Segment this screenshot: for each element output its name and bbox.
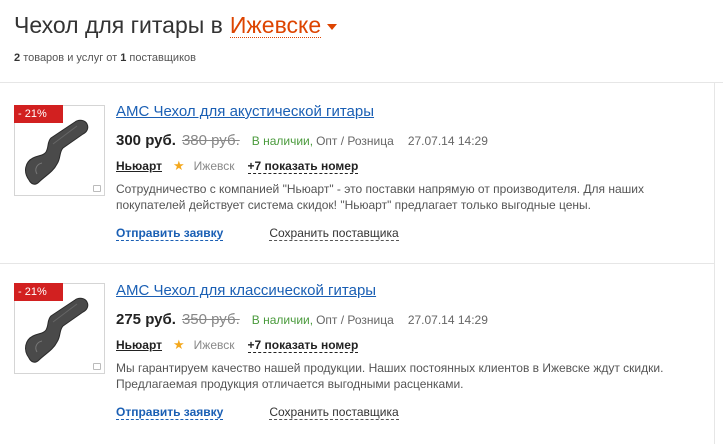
price: 275 руб. [116,311,176,328]
show-phone-link[interactable]: +7 показать номер [247,338,359,353]
caret-down-icon[interactable] [327,24,338,30]
right-border [714,82,715,444]
product-thumbnail[interactable]: - 21% [14,283,105,374]
listing-content: AMC Чехол для классической гитары 275 ру… [116,282,706,420]
show-phone-link[interactable]: +7 показать номер [247,159,359,174]
save-supplier-link[interactable]: Сохранить поставщика [269,405,399,420]
supplier-link[interactable]: Ньюарт [116,159,162,173]
supplier-row: Ньюарт ★ Ижевск +7 показать номер [116,336,706,354]
listing-date: 27.07.14 14:29 [407,134,488,148]
city-selector[interactable]: Ижевске [229,13,322,38]
suppliers-text: поставщиков [129,52,196,64]
title-row: Чехол для гитары в Ижевске [14,8,714,42]
price: 300 руб. [116,132,176,149]
old-price: 380 руб. [181,132,240,149]
listing-date: 27.07.14 14:29 [407,313,488,327]
price-row: 275 руб. 350 руб. В наличии, Опт / Розни… [116,311,706,331]
send-request-link[interactable]: Отправить заявку [116,226,224,241]
stock-status: В наличии, [251,313,314,327]
listing-content: AMC Чехол для акустической гитары 300 ру… [116,103,706,241]
page-header: Чехол для гитары в Ижевске 2 товаров и у… [14,8,714,64]
listing-item: - 21% AMC Чехол для акустической гитары … [0,83,714,263]
supplier-link[interactable]: Ньюарт [116,338,162,352]
gallery-icon [93,185,101,192]
results-text: товаров и услуг от [23,52,118,64]
gallery-icon [93,363,101,370]
guitar-case-icon [25,297,89,363]
actions-row: Отправить заявку Сохранить поставщика [116,225,706,241]
results-summary: 2 товаров и услуг от 1 поставщиков [14,52,714,64]
supplier-row: Ньюарт ★ Ижевск +7 показать номер [116,157,706,175]
listing-description: Мы гарантируем качество нашей продукции.… [116,361,664,391]
star-icon: ★ [173,337,185,352]
product-title-link[interactable]: AMC Чехол для классической гитары [116,282,376,302]
send-request-link[interactable]: Отправить заявку [116,405,224,420]
listing-item: - 21% AMC Чехол для классической гитары … [0,263,714,443]
listing-description: Сотрудничество с компанией "Ньюарт" - эт… [116,182,644,212]
discount-badge: - 21% [14,105,63,123]
actions-row: Отправить заявку Сохранить поставщика [116,404,706,420]
results-count: 2 [14,52,21,64]
save-supplier-link[interactable]: Сохранить поставщика [269,226,399,241]
old-price: 350 руб. [181,311,240,328]
price-row: 300 руб. 380 руб. В наличии, Опт / Розни… [116,132,706,152]
product-title-link[interactable]: AMC Чехол для акустической гитары [116,103,374,123]
trade-type: Опт / Розница [316,134,394,148]
trade-type: Опт / Розница [316,313,394,327]
page-title: Чехол для гитары в [14,11,223,38]
discount-badge: - 21% [14,283,63,301]
star-icon: ★ [173,158,185,173]
supplier-city: Ижевск [193,159,235,173]
supplier-city: Ижевск [193,338,235,352]
guitar-case-icon [25,119,89,185]
product-thumbnail[interactable]: - 21% [14,105,105,196]
stock-status: В наличии, [251,134,314,148]
suppliers-count: 1 [120,52,127,64]
